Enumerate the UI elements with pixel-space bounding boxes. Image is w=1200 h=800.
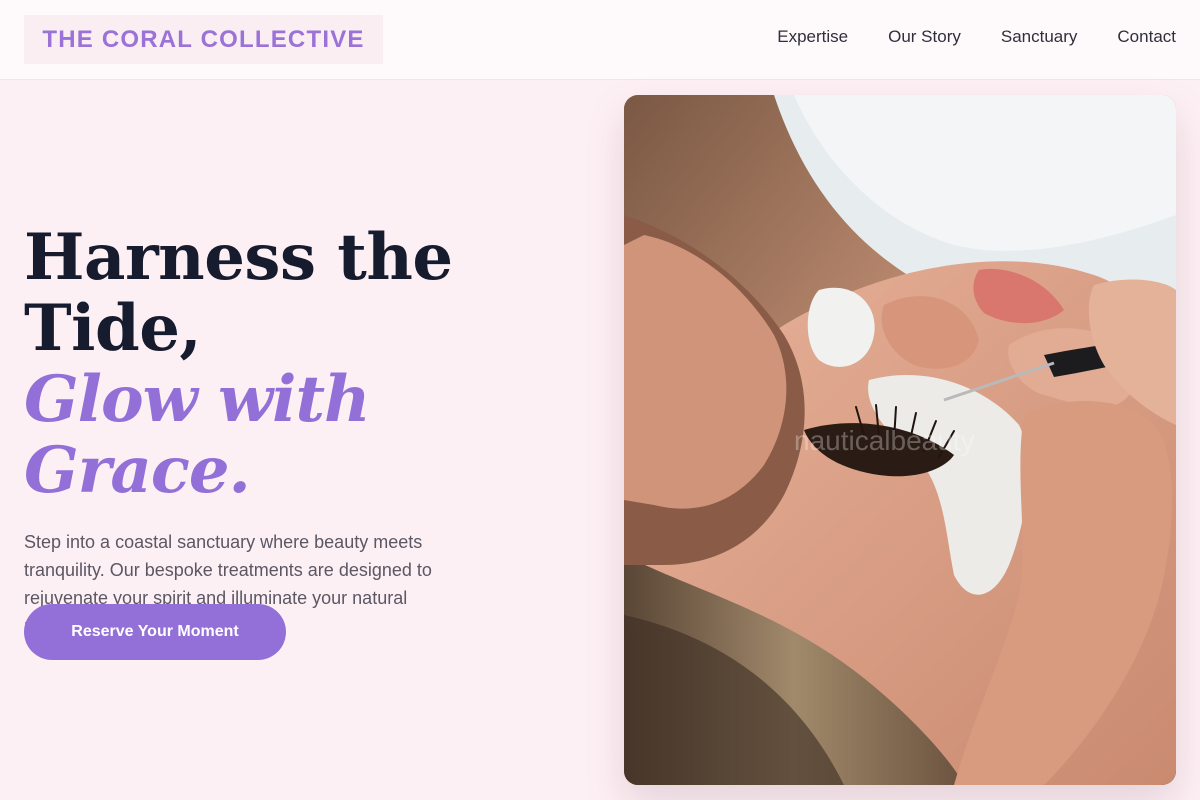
site-header: THE CORAL COLLECTIVE Expertise Our Story… [0,0,1200,80]
brand-logo[interactable]: THE CORAL COLLECTIVE [24,15,383,64]
nav-link-sanctuary[interactable]: Sanctuary [1001,27,1078,47]
nav-link-contact[interactable]: Contact [1117,27,1176,47]
hero-headline: Harness the Tide, Glow with Grace. [24,222,584,506]
nav-link-expertise[interactable]: Expertise [777,27,848,47]
lash-treatment-photo-illustration: nauticalbeauty [624,95,1176,785]
hero-image: nauticalbeauty [624,95,1176,785]
headline-line-1: Harness the [24,220,453,295]
headline-accent: Glow with Grace. [24,362,371,508]
main-nav: Expertise Our Story Sanctuary Contact [777,27,1176,47]
headline-line-2: Tide, [24,291,202,366]
reserve-button[interactable]: Reserve Your Moment [24,604,286,660]
nav-link-our-story[interactable]: Our Story [888,27,961,47]
image-watermark: nauticalbeauty [794,425,975,456]
hero-content: Harness the Tide, Glow with Grace. Step … [24,222,584,640]
